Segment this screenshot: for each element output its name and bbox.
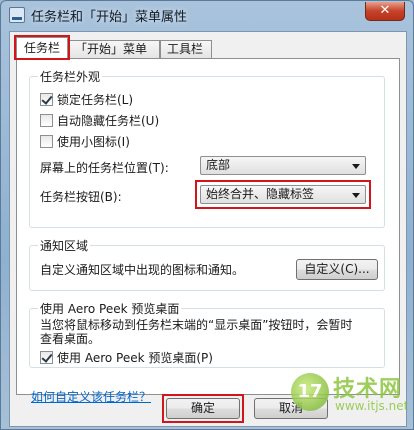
customize-button[interactable]: 自定义(C)... (296, 259, 378, 280)
tab-start-menu[interactable]: 「开始」菜单 (68, 40, 160, 59)
help-link[interactable]: 如何自定义该任务栏？ (31, 388, 151, 405)
small-icons-label: 使用小图标(I) (57, 135, 130, 149)
lock-taskbar-checkbox[interactable] (40, 93, 53, 106)
dialog-window: 任务栏和「开始」菜单属性 ✕ 任务栏 「开始」菜单 工具栏 任务栏外观 锁定任务… (0, 0, 414, 430)
title-bar[interactable]: 任务栏和「开始」菜单属性 ✕ (1, 1, 413, 29)
taskbar-buttons-select[interactable]: 始终合并、隐藏标签 (200, 185, 366, 204)
taskbar-buttons-value: 始终合并、隐藏标签 (206, 187, 315, 201)
notification-description: 自定义通知区域中出现的图标和通知。 (40, 263, 245, 277)
small-icons-checkbox[interactable] (40, 135, 53, 148)
lock-taskbar-option[interactable]: 锁定任务栏(L) (40, 91, 133, 108)
appearance-group: 任务栏外观 锁定任务栏(L) 自动隐藏任务栏(U) 使用小图标(I) 屏幕上的任… (29, 68, 385, 228)
chevron-down-icon (352, 164, 360, 169)
taskbar-tab-panel: 任务栏外观 锁定任务栏(L) 自动隐藏任务栏(U) 使用小图标(I) 屏幕上的任… (16, 58, 400, 404)
close-button[interactable]: ✕ (365, 2, 405, 21)
tab-taskbar[interactable]: 任务栏 (16, 37, 68, 60)
aero-peek-label: 使用 Aero Peek 预览桌面(P) (57, 351, 213, 365)
lock-taskbar-label: 锁定任务栏(L) (57, 93, 134, 107)
auto-hide-option[interactable]: 自动隐藏任务栏(U) (40, 112, 159, 129)
taskbar-location-value: 底部 (206, 158, 231, 172)
aero-peek-description-line2: 查看桌面。 (40, 332, 101, 346)
window-title: 任务栏和「开始」菜单属性 (31, 10, 188, 25)
taskbar-location-label: 屏幕上的任务栏位置(T): (40, 161, 169, 175)
taskbar-buttons-label: 任务栏按钮(B): (40, 190, 122, 204)
close-icon: ✕ (379, 3, 391, 18)
taskbar-icon (9, 7, 25, 23)
auto-hide-checkbox[interactable] (40, 114, 53, 127)
auto-hide-label: 自动隐藏任务栏(U) (57, 114, 160, 128)
aero-peek-option[interactable]: 使用 Aero Peek 预览桌面(P) (40, 349, 213, 366)
notification-group-title: 通知区域 (38, 237, 91, 254)
watermark-logo-icon: 17 (291, 373, 329, 411)
chevron-down-icon (352, 193, 360, 198)
dialog-client-area: 任务栏 「开始」菜单 工具栏 任务栏外观 锁定任务栏(L) 自动隐藏任务栏(U) (9, 31, 407, 427)
aero-peek-checkbox[interactable] (40, 351, 53, 364)
small-icons-option[interactable]: 使用小图标(I) (40, 133, 130, 150)
site-watermark: 17 技术网 www.itjs.net (291, 369, 409, 419)
aero-peek-group: 使用 Aero Peek 预览桌面 当您将鼠标移动到任务栏末端的“显示桌面”按钮… (29, 300, 385, 368)
tab-toolbars[interactable]: 工具栏 (160, 40, 212, 59)
appearance-group-title: 任务栏外观 (38, 68, 103, 85)
watermark-url: www.itjs.net (335, 399, 409, 413)
aero-peek-group-title: 使用 Aero Peek 预览桌面 (38, 300, 182, 317)
ok-button[interactable]: 确定 (166, 398, 240, 419)
taskbar-location-select[interactable]: 底部 (200, 156, 366, 175)
notification-group: 通知区域 自定义通知区域中出现的图标和通知。 自定义(C)... (29, 237, 385, 291)
